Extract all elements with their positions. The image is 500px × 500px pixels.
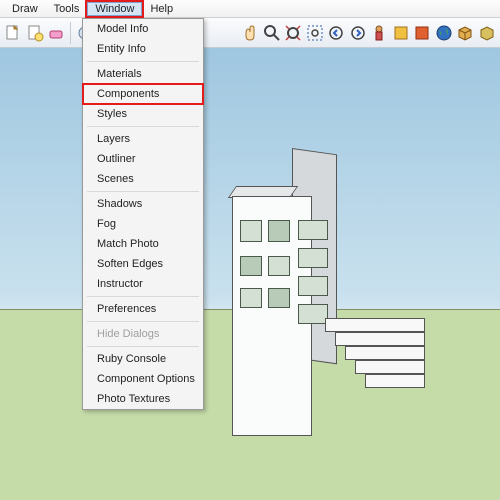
menu-item-photo-textures[interactable]: Photo Textures (83, 389, 203, 409)
new-icon[interactable] (4, 21, 22, 45)
menu-item-styles[interactable]: Styles (83, 104, 203, 124)
next-icon[interactable] (349, 21, 367, 45)
window (268, 256, 290, 276)
window (298, 220, 328, 240)
menu-separator (87, 126, 199, 127)
menu-tools[interactable]: Tools (46, 2, 88, 16)
toolbar (0, 18, 500, 48)
menu-item-components[interactable]: Components (83, 84, 203, 104)
menu-draw[interactable]: Draw (4, 2, 46, 16)
stairs (325, 318, 425, 388)
menu-window[interactable]: Window (87, 2, 142, 16)
menu-separator (87, 191, 199, 192)
menu-item-scenes[interactable]: Scenes (83, 169, 203, 189)
window (268, 288, 290, 308)
color-icon[interactable] (392, 21, 410, 45)
globe-icon[interactable] (435, 21, 453, 45)
window (298, 304, 328, 324)
window (240, 220, 262, 242)
window (298, 276, 328, 296)
menu-item-soften-edges[interactable]: Soften Edges (83, 254, 203, 274)
toolbar-separator (70, 22, 71, 44)
window (298, 248, 328, 268)
menu-separator (87, 296, 199, 297)
menu-item-hide-dialogs: Hide Dialogs (83, 324, 203, 344)
menu-separator (87, 61, 199, 62)
menu-highlight: Window (85, 0, 144, 18)
menu-item-ruby-console[interactable]: Ruby Console (83, 349, 203, 369)
viewport[interactable] (0, 48, 500, 500)
zoom-extent-icon[interactable] (284, 21, 302, 45)
menu-separator (87, 321, 199, 322)
window (268, 220, 290, 242)
zoom-icon[interactable] (263, 21, 281, 45)
menu-item-fog[interactable]: Fog (83, 214, 203, 234)
menu-item-layers[interactable]: Layers (83, 129, 203, 149)
prev-icon[interactable] (327, 21, 345, 45)
menu-help[interactable]: Help (142, 2, 181, 16)
wrap-icon[interactable] (478, 21, 496, 45)
window (240, 288, 262, 308)
hand-icon[interactable] (241, 21, 259, 45)
menubar: Draw Tools Window Help (0, 0, 500, 18)
menu-item-instructor[interactable]: Instructor (83, 274, 203, 294)
window (240, 256, 262, 276)
menu-item-entity-info[interactable]: Entity Info (83, 39, 203, 59)
menu-item-component-options[interactable]: Component Options (83, 369, 203, 389)
menu-item-match-photo[interactable]: Match Photo (83, 234, 203, 254)
zoom-window-icon[interactable] (306, 21, 324, 45)
box-icon[interactable] (456, 21, 474, 45)
menu-item-outliner[interactable]: Outliner (83, 149, 203, 169)
menu-item-materials[interactable]: Materials (83, 64, 203, 84)
menu-item-model-info[interactable]: Model Info (83, 19, 203, 39)
color-icon[interactable] (413, 21, 431, 45)
person-icon[interactable] (370, 21, 388, 45)
window-menu-dropdown: Model Info Entity Info Materials Compone… (82, 18, 204, 410)
building-model (232, 148, 337, 438)
menu-item-preferences[interactable]: Preferences (83, 299, 203, 319)
open-icon[interactable] (25, 21, 43, 45)
eraser-icon[interactable] (47, 21, 65, 45)
menu-item-shadows[interactable]: Shadows (83, 194, 203, 214)
menu-separator (87, 346, 199, 347)
